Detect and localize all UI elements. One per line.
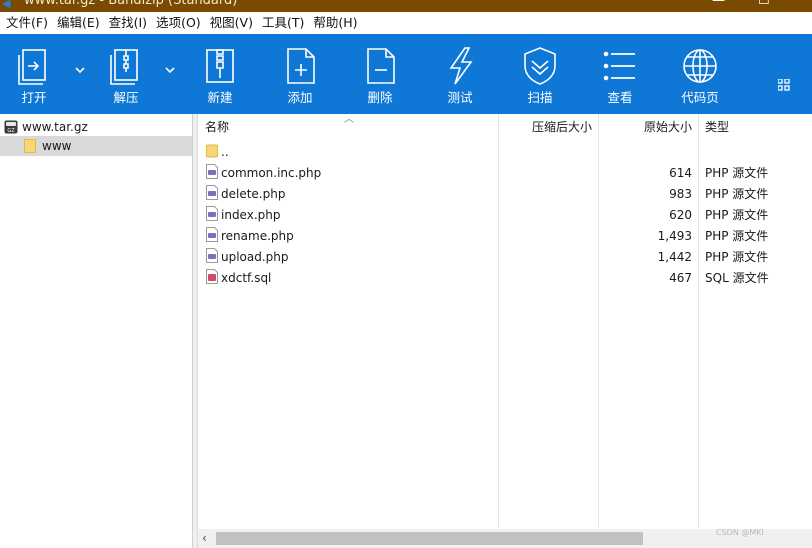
file-original-size: 1,493 <box>657 229 692 243</box>
minimize-button[interactable]: — <box>712 0 725 8</box>
menu-help[interactable]: 帮助(H) <box>311 12 364 34</box>
file-type: PHP 源文件 <box>705 208 769 222</box>
column-header: 名称 ︿ 压缩后大小 原始大小 类型 <box>198 114 812 140</box>
file-name: rename.php <box>221 229 294 243</box>
extract-icon <box>106 44 146 88</box>
scan-button[interactable]: 扫描 <box>518 34 562 114</box>
file-row[interactable]: delete.php 983 PHP 源文件 <box>198 183 812 204</box>
new-archive-button[interactable]: 新建 <box>200 34 240 114</box>
file-type: PHP 源文件 <box>705 187 769 201</box>
file-type: PHP 源文件 <box>705 166 769 180</box>
folder-up-icon <box>206 144 218 158</box>
bandizip-app-icon: ◀ <box>2 0 11 10</box>
test-button[interactable]: 测试 <box>440 34 480 114</box>
php-file-icon <box>206 206 218 221</box>
file-name: delete.php <box>221 187 286 201</box>
open-label: 打开 <box>21 90 47 105</box>
php-file-icon <box>206 185 218 200</box>
file-row[interactable]: index.php 620 PHP 源文件 <box>198 204 812 225</box>
extract-dropdown-chevron-icon[interactable] <box>164 64 176 76</box>
file-original-size: 620 <box>669 208 692 222</box>
folder-icon <box>24 139 36 153</box>
scrollbar-thumb[interactable] <box>216 532 643 545</box>
codepage-label: 代码页 <box>681 90 719 105</box>
layout-grid-icon[interactable] <box>778 79 790 91</box>
open-button[interactable]: 打开 <box>14 34 54 114</box>
toolbar: 打开 解压 新建 添加 删除 测试 扫描 查看 代码页 <box>0 34 812 114</box>
view-label: 查看 <box>607 90 633 105</box>
scan-shield-icon <box>520 44 560 88</box>
php-file-icon <box>206 227 218 242</box>
watermark: CSDN @MKI <box>716 528 764 537</box>
php-file-icon <box>206 164 218 179</box>
menu-file[interactable]: 文件(F) <box>4 12 55 34</box>
test-label: 测试 <box>447 90 473 105</box>
file-original-size: 1,442 <box>657 250 692 264</box>
column-header-name[interactable]: 名称 <box>205 119 229 135</box>
column-header-compressed[interactable]: 压缩后大小 <box>532 119 592 135</box>
extract-button[interactable]: 解压 <box>104 34 148 114</box>
window-title: www.tar.gz - Bandizip (Standard) <box>24 0 238 8</box>
add-label: 添加 <box>287 90 313 105</box>
delete-button[interactable]: 删除 <box>360 34 400 114</box>
test-lightning-icon <box>440 44 480 88</box>
tree-root-archive[interactable]: GZ www.tar.gz <box>4 118 88 136</box>
sql-file-icon <box>206 269 218 284</box>
file-name: xdctf.sql <box>221 271 272 285</box>
codepage-globe-icon <box>680 44 720 88</box>
file-type: PHP 源文件 <box>705 250 769 264</box>
php-file-icon <box>206 248 218 263</box>
menu-options[interactable]: 选项(O) <box>154 12 208 34</box>
menu-bar: 文件(F) 编辑(E) 查找(I) 选项(O) 视图(V) 工具(T) 帮助(H… <box>0 12 812 34</box>
new-label: 新建 <box>207 90 233 105</box>
file-original-size: 467 <box>669 271 692 285</box>
file-type: SQL 源文件 <box>705 271 769 285</box>
maximize-button[interactable]: ☐ <box>758 0 770 8</box>
file-name: index.php <box>221 208 281 222</box>
sort-ascending-icon: ︿ <box>344 114 354 125</box>
add-file-icon <box>280 44 320 88</box>
folder-tree: GZ www.tar.gz www <box>0 114 193 548</box>
file-row-parent[interactable]: .. <box>198 141 812 162</box>
gz-archive-icon: GZ <box>4 120 18 134</box>
scan-label: 扫描 <box>527 90 553 105</box>
open-archive-icon <box>14 44 54 88</box>
tree-item-www[interactable]: www <box>0 136 192 156</box>
open-dropdown-chevron-icon[interactable] <box>74 64 86 76</box>
file-row[interactable]: xdctf.sql 467 SQL 源文件 <box>198 267 812 288</box>
file-row[interactable]: common.inc.php 614 PHP 源文件 <box>198 162 812 183</box>
file-original-size: 983 <box>669 187 692 201</box>
file-name: common.inc.php <box>221 166 322 180</box>
view-list-icon <box>600 44 640 88</box>
view-button[interactable]: 查看 <box>600 34 640 114</box>
file-type: PHP 源文件 <box>705 229 769 243</box>
file-name: upload.php <box>221 250 289 264</box>
scroll-left-arrow-icon[interactable]: ‹ <box>202 531 207 545</box>
add-button[interactable]: 添加 <box>280 34 320 114</box>
column-header-type[interactable]: 类型 <box>705 119 729 135</box>
delete-label: 删除 <box>367 90 393 105</box>
file-original-size: 614 <box>669 166 692 180</box>
menu-tools[interactable]: 工具(T) <box>260 12 311 34</box>
codepage-button[interactable]: 代码页 <box>678 34 722 114</box>
column-header-original[interactable]: 原始大小 <box>644 119 692 135</box>
menu-view[interactable]: 视图(V) <box>208 12 260 34</box>
file-row[interactable]: rename.php 1,493 PHP 源文件 <box>198 225 812 246</box>
new-archive-icon <box>200 44 240 88</box>
file-list: 名称 ︿ 压缩后大小 原始大小 类型 .. common.inc.php 614… <box>198 114 812 548</box>
menu-find[interactable]: 查找(I) <box>107 12 154 34</box>
tree-root-label: www.tar.gz <box>22 120 88 134</box>
svg-text:GZ: GZ <box>7 128 15 134</box>
menu-edit[interactable]: 编辑(E) <box>55 12 107 34</box>
delete-file-icon <box>360 44 400 88</box>
file-name: .. <box>221 145 229 159</box>
file-row[interactable]: upload.php 1,442 PHP 源文件 <box>198 246 812 267</box>
tree-item-label: www <box>42 139 72 153</box>
extract-label: 解压 <box>113 90 139 105</box>
title-bar: ◀ www.tar.gz - Bandizip (Standard) — ☐ <box>0 0 812 12</box>
